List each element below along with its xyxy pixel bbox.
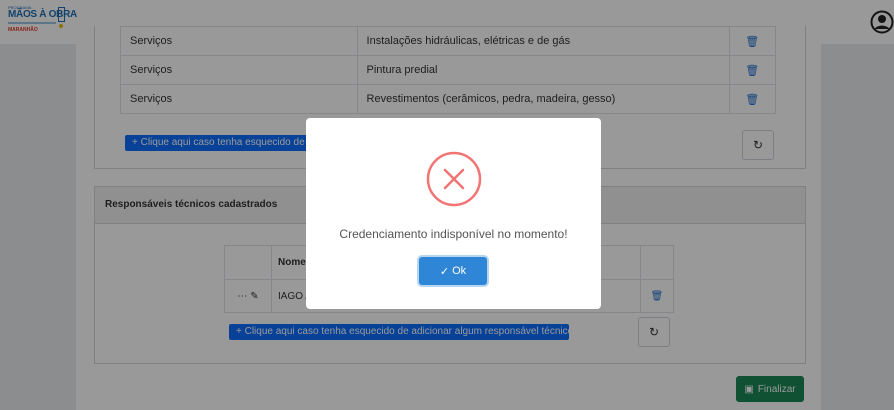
ok-label: Ok xyxy=(452,265,467,277)
alert-dialog: Credenciamento indisponível no momento! … xyxy=(306,118,601,309)
error-circle-icon xyxy=(426,151,482,207)
alert-message: Credenciamento indisponível no momento! xyxy=(339,227,568,241)
check-icon: ✓ xyxy=(439,265,450,278)
ok-button[interactable]: ✓ Ok xyxy=(419,257,487,285)
